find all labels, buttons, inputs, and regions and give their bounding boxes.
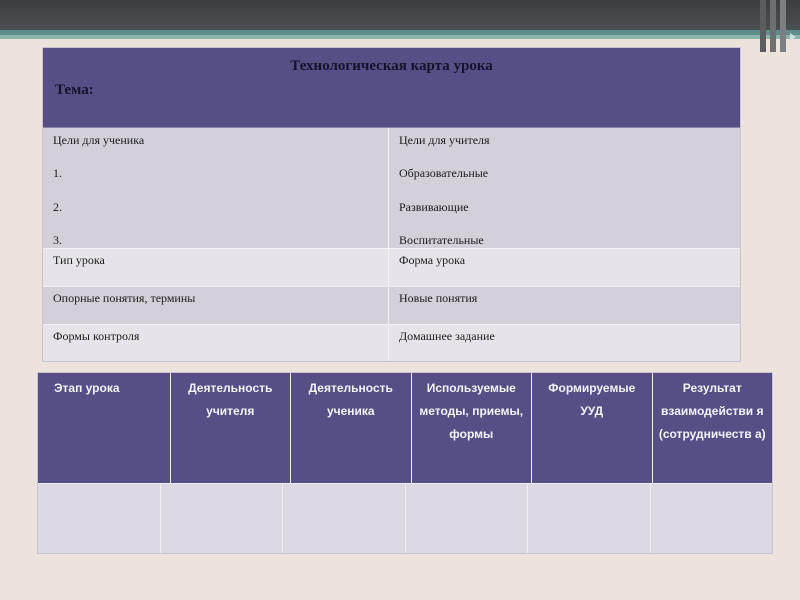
table-row [38, 483, 772, 553]
corner-stripe [760, 0, 766, 52]
student-goals-label: Цели для ученика [53, 133, 145, 147]
slide-accent-stripe-light [0, 35, 800, 39]
lesson-stages-table: Этап урока Деятельность учителя Деятельн… [37, 372, 773, 554]
student-goal-item: 1. [53, 166, 62, 181]
slide-top-band [0, 0, 800, 30]
teacher-goal-item: Развивающие [399, 199, 469, 214]
table-cell [528, 484, 651, 553]
arrow-bullet-icon [790, 33, 796, 41]
table-cell [406, 484, 528, 553]
lesson-card: Технологическая карта урока Тема: Цели д… [42, 47, 741, 362]
key-terms-cell: Опорные понятия, термины [43, 287, 389, 324]
teacher-goals-cell: Цели для учителя Образовательные Развива… [389, 128, 740, 248]
student-goal-item: 3. [53, 233, 62, 248]
lesson-topic-label: Тема: [55, 82, 94, 98]
table-cell [38, 484, 161, 553]
teacher-goal-item: Воспитательные [399, 233, 484, 248]
new-concepts-cell: Новые понятия [399, 291, 478, 305]
student-goal-item: 2. [53, 199, 62, 214]
lesson-type-cell: Тип урока [43, 249, 389, 286]
homework-cell: Домашнее задание [399, 329, 495, 343]
concepts-row: Опорные понятия, термины Новые понятия [43, 287, 740, 325]
lesson-card-title: Технологическая карта урока [290, 58, 493, 74]
table-cell [283, 484, 406, 553]
corner-stripe [770, 0, 776, 52]
goals-row: Цели для ученика 1. 2. 3. Цели для учите… [43, 128, 740, 249]
control-row: Формы контроля Домашнее задание [43, 325, 740, 361]
student-goals-cell: Цели для ученика 1. 2. 3. [43, 128, 389, 248]
column-header-student-activity: Деятельность ученика [291, 373, 412, 483]
table-cell [651, 484, 773, 553]
corner-stripe [780, 0, 786, 52]
lesson-type-row: Тип урока Форма урока [43, 249, 740, 287]
lesson-form-cell: Форма урока [399, 253, 466, 267]
column-header-result: Результат взаимодействи я (сотрудничеств… [658, 381, 766, 441]
lesson-card-header: Технологическая карта урока Тема: [43, 48, 740, 128]
column-header-teacher-activity: Деятельность учителя [171, 373, 291, 483]
table-cell [161, 484, 283, 553]
teacher-goals-label: Цели для учителя [399, 133, 490, 147]
control-forms-cell: Формы контроля [43, 325, 389, 361]
table-header-row: Этап урока Деятельность учителя Деятельн… [38, 373, 772, 483]
teacher-goal-item: Образовательные [399, 166, 489, 181]
column-header-stage: Этап урока [38, 373, 171, 483]
column-header-uud: Формируемые УУД [532, 373, 653, 483]
column-header-methods: Используемые методы, приемы, формы [412, 373, 532, 483]
